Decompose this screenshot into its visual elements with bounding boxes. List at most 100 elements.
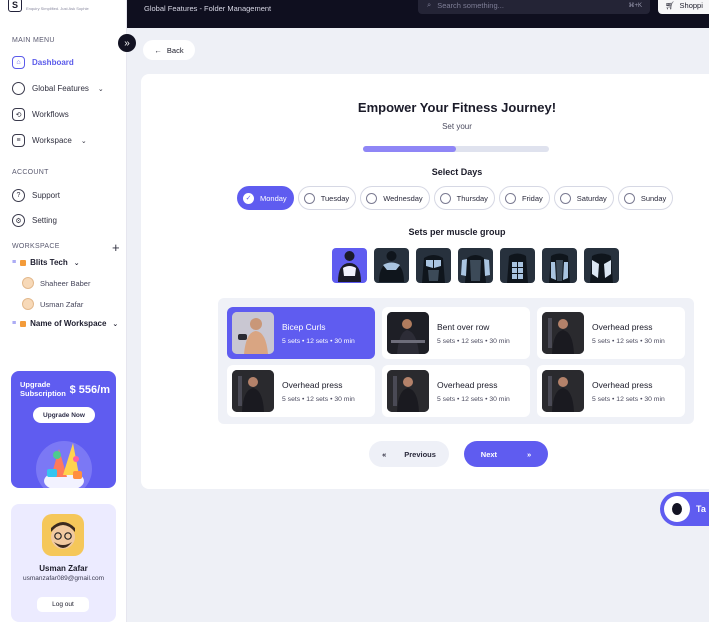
shop-label: Shoppi <box>679 0 703 10</box>
exercise-photo <box>542 312 584 354</box>
exercise-card[interactable]: Overhead press 5 sets • 12 sets • 30 min <box>537 365 685 417</box>
day-label: Tuesday <box>320 193 350 203</box>
sidebar-item-label: Workspace <box>32 136 72 145</box>
upgrade-now-button[interactable]: Upgrade Now <box>33 407 95 423</box>
user-icon <box>12 82 25 95</box>
muscle-chest[interactable] <box>416 248 451 283</box>
muscle-traps[interactable] <box>374 248 409 283</box>
lats-body-icon <box>590 253 613 283</box>
day-option-sunday[interactable]: Sunday <box>617 186 674 210</box>
traps-body-icon <box>379 251 404 282</box>
fitness-card: Empower Your Fitness Journey! Set your S… <box>141 74 709 489</box>
page-subtitle: Set your <box>442 122 472 131</box>
workspace-blits-tech[interactable]: ≡ Blits Tech ⌄ <box>12 258 80 267</box>
exercise-meta: 5 sets • 12 sets • 30 min <box>592 337 665 345</box>
list-icon: ≡ <box>12 320 17 327</box>
chest-body-icon <box>422 255 445 283</box>
add-workspace-icon[interactable]: + <box>112 240 120 255</box>
exercise-name: Bicep Curls <box>282 321 326 332</box>
sidebar-item-label: Setting <box>32 216 57 225</box>
day-option-monday[interactable]: ✓ Monday <box>237 186 294 210</box>
workspace-name-of-workspace[interactable]: ≡ Name of Workspace ⌄ <box>12 319 118 328</box>
check-circle-icon: ✓ <box>243 192 254 204</box>
day-option-thursday[interactable]: Thursday <box>433 186 495 210</box>
brand[interactable]: S Enquiry Simplified. Just Ask Sophie <box>8 0 89 14</box>
day-option-wednesday[interactable]: Wednesday <box>360 186 430 210</box>
member-usman-zafar[interactable]: Usman Zafar <box>22 298 83 310</box>
muscle-lats[interactable] <box>584 248 619 283</box>
list-icon: ≡ <box>12 259 17 266</box>
exercise-meta: 5 sets • 12 sets • 30 min <box>282 395 355 403</box>
muscle-arms[interactable] <box>458 248 493 283</box>
chevron-down-icon: ⌄ <box>112 320 119 328</box>
day-option-saturday[interactable]: Saturday <box>553 186 614 210</box>
next-button[interactable]: Next » <box>464 441 548 467</box>
day-option-tuesday[interactable]: Tuesday <box>297 186 357 210</box>
double-chevron-left-icon: « <box>382 449 387 459</box>
workspace-color-icon <box>20 320 27 327</box>
exercise-name: Overhead press <box>592 321 653 332</box>
sidebar-item-support[interactable]: ? Support <box>12 189 60 202</box>
back-body-icon <box>338 251 361 282</box>
upgrade-title: Upgrade Subscription <box>20 380 66 398</box>
radio-icon <box>366 192 378 204</box>
chevron-down-icon: ⌄ <box>73 259 80 267</box>
profile-card: Usman Zafar usmanzafar089@gmail.com Log … <box>11 504 116 622</box>
double-chevron-right-icon: » <box>527 449 532 459</box>
exercise-card[interactable]: Bent over row 5 sets • 12 sets • 30 min <box>382 307 530 359</box>
exercise-image <box>387 312 429 354</box>
muscle-abs[interactable] <box>500 248 535 283</box>
muscle-group-selector <box>332 248 619 283</box>
top-bar: Global Features - Folder Management ⌕ Se… <box>127 0 709 28</box>
radio-icon <box>439 192 451 204</box>
search-input[interactable]: ⌕ Search something... ⌘+K <box>418 0 650 14</box>
exercise-card[interactable]: Bicep Curls 5 sets • 12 sets • 30 min <box>227 307 375 359</box>
exercise-card[interactable]: Overhead press 5 sets • 12 sets • 30 min <box>227 365 375 417</box>
exercise-meta: 5 sets • 12 sets • 30 min <box>592 395 665 403</box>
workspace-name: Blits Tech <box>30 258 68 267</box>
brand-tagline: Enquiry Simplified. Just Ask Sophie <box>26 5 89 11</box>
collapse-sidebar-button[interactable]: » <box>118 34 136 52</box>
obliques-body-icon <box>549 253 570 283</box>
member-shaheer-baber[interactable]: Shaheer Baber <box>22 277 90 289</box>
muscle-shoulders-back[interactable] <box>332 248 367 283</box>
sidebar-item-dashboard[interactable]: ⌂ Dashboard <box>12 56 74 69</box>
upgrade-price: $ 556/m <box>69 384 110 396</box>
avatar-illustration <box>51 522 75 549</box>
sidebar-item-label: Support <box>32 191 61 200</box>
day-option-friday[interactable]: Friday <box>498 186 550 210</box>
settings-icon: ⚙ <box>12 214 25 227</box>
days-title: Select Days <box>431 167 483 177</box>
exercise-list: Bicep Curls 5 sets • 12 sets • 30 min Be… <box>218 298 694 424</box>
workflow-icon: ⟲ <box>12 108 25 121</box>
logout-button[interactable]: Log out <box>37 597 89 612</box>
sidebar-item-global-features[interactable]: Global Features ⌄ <box>12 82 104 95</box>
workspace-title: WORKSPACE <box>12 243 60 250</box>
exercise-card[interactable]: Overhead press 5 sets • 12 sets • 30 min <box>537 307 685 359</box>
chevron-down-icon: ⌄ <box>80 137 87 145</box>
chat-widget-button[interactable]: Ta <box>660 492 709 526</box>
chat-label: Ta <box>696 504 706 514</box>
day-label: Saturday <box>576 193 607 203</box>
avatar <box>22 277 34 289</box>
exercise-card[interactable]: Overhead press 5 sets • 12 sets • 30 min <box>382 365 530 417</box>
exercise-image <box>542 312 584 354</box>
exercise-meta: 5 sets • 12 sets • 30 min <box>437 395 510 403</box>
sidebar-item-workspace[interactable]: ≡ Workspace ⌄ <box>12 134 87 147</box>
sidebar-item-setting[interactable]: ⚙ Setting <box>12 214 57 227</box>
exercise-image <box>232 370 274 412</box>
progress-fill <box>363 146 456 152</box>
back-button[interactable]: ← Back <box>143 40 195 60</box>
sidebar-item-label: Dashboard <box>32 58 74 67</box>
sidebar-item-workflows[interactable]: ⟲ Workflows <box>12 108 69 121</box>
arms-body-icon <box>461 255 490 283</box>
back-label: Back <box>166 45 184 55</box>
shopping-button[interactable]: 🛒︎ Shoppi <box>658 0 709 14</box>
profile-email: usmanzafar089@gmail.com <box>22 575 105 582</box>
previous-label: Previous <box>404 449 436 459</box>
day-label: Friday <box>521 193 543 203</box>
exercise-name: Bent over row <box>437 321 490 332</box>
progress-bar <box>363 146 549 152</box>
previous-button[interactable]: « Previous <box>369 441 449 467</box>
muscle-obliques[interactable] <box>542 248 577 283</box>
